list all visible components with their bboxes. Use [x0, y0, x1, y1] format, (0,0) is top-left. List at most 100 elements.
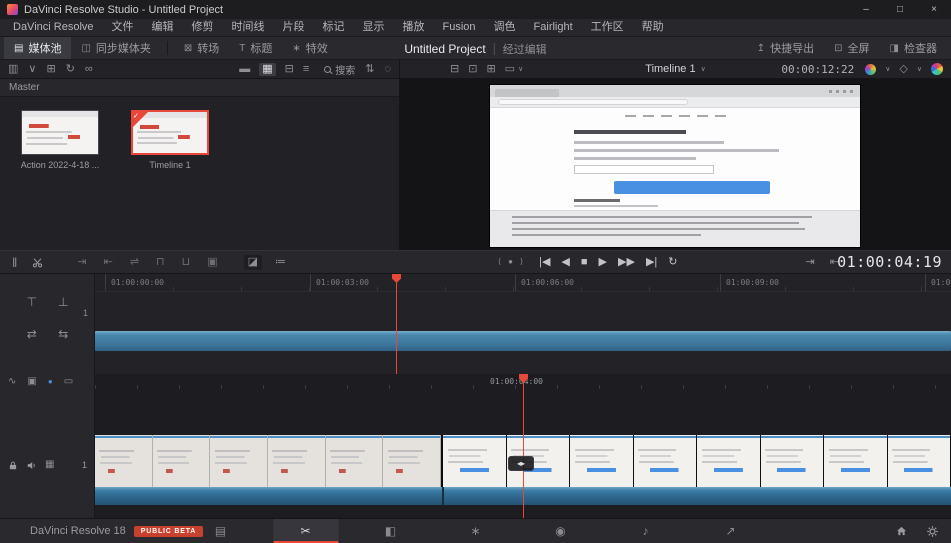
- menu-playback[interactable]: 播放: [394, 19, 434, 36]
- video-clip-1[interactable]: [95, 435, 443, 487]
- track-tool-c-icon[interactable]: ⇄: [27, 328, 37, 340]
- track-tool-d-icon[interactable]: ⇆: [58, 328, 68, 340]
- strip-view-icon[interactable]: ▬: [239, 64, 250, 75]
- overview-track-area[interactable]: [95, 292, 951, 374]
- relink-icon[interactable]: ∞: [85, 64, 93, 75]
- menu-trim[interactable]: 修剪: [183, 19, 223, 36]
- quick-export-button[interactable]: ↥ 快捷导出: [747, 37, 824, 59]
- viewer-tools-icon[interactable]: ◇: [899, 64, 907, 75]
- minimize-button[interactable]: –: [849, 0, 883, 19]
- camera-icon[interactable]: [865, 64, 876, 75]
- clip-timeline-1[interactable]: ✓ Timeline 1: [126, 110, 214, 170]
- fusion-page-button[interactable]: ∗: [443, 519, 508, 543]
- go-to-start-button[interactable]: |◀: [539, 257, 550, 268]
- fairlight-page-button[interactable]: ♪: [613, 519, 678, 543]
- tools-panel-icon[interactable]: ≔: [275, 257, 286, 268]
- place-on-top-icon[interactable]: ⊔: [182, 257, 191, 268]
- resolve-fx-icon[interactable]: [931, 63, 943, 75]
- edit-page-button[interactable]: ◧: [358, 519, 423, 543]
- audio-indicator-icon[interactable]: ●: [48, 378, 53, 386]
- dual-viewer-icon[interactable]: ⊞: [486, 64, 495, 75]
- settings-icon[interactable]: [926, 525, 939, 538]
- display-mode-icon[interactable]: ▭ ∨: [505, 64, 524, 75]
- smart-insert-icon[interactable]: ⇥: [77, 257, 86, 268]
- speaker-icon[interactable]: [26, 460, 37, 471]
- effects-toggle[interactable]: ∗ 特效: [282, 37, 337, 59]
- loop-button[interactable]: ↻: [668, 257, 677, 268]
- list-view-icon[interactable]: ≡: [303, 64, 309, 75]
- video-track-icon[interactable]: ▦: [45, 460, 54, 470]
- menu-color[interactable]: 调色: [485, 19, 525, 36]
- jog-button[interactable]: ●: [508, 258, 513, 266]
- play-reverse-button[interactable]: ◀: [561, 257, 569, 268]
- split-clip-icon[interactable]: [32, 257, 43, 268]
- film-frame: [210, 435, 268, 487]
- lock-icon[interactable]: [8, 460, 18, 471]
- match-frame-icon[interactable]: ⇥: [806, 257, 815, 268]
- menu-clip[interactable]: 片段: [274, 19, 314, 36]
- source-overwrite-icon[interactable]: ▣: [207, 257, 217, 268]
- import-media-icon[interactable]: ▥: [8, 64, 18, 75]
- close-button[interactable]: ×: [917, 0, 951, 19]
- new-bin-icon[interactable]: ⊞: [46, 64, 55, 75]
- project-manager-icon[interactable]: [895, 525, 908, 537]
- single-viewer-icon[interactable]: ⊡: [468, 64, 477, 75]
- close-up-icon[interactable]: ⊓: [156, 257, 165, 268]
- clip-info-icon[interactable]: ▣: [27, 377, 36, 387]
- sync-clips-icon[interactable]: ↻: [66, 64, 75, 75]
- timeline-selector[interactable]: Timeline 1 ∨: [645, 63, 705, 75]
- menu-file[interactable]: 文件: [103, 19, 143, 36]
- append-icon[interactable]: ⇤: [104, 257, 113, 268]
- inspector-toggle[interactable]: ◨ 检查器: [880, 37, 947, 59]
- play-button[interactable]: ▶: [599, 257, 607, 268]
- timeline-clip-overview[interactable]: [95, 331, 951, 351]
- import-dropdown-icon[interactable]: ∨: [28, 64, 36, 75]
- trim-mode-icon[interactable]: ‖: [12, 256, 17, 269]
- media-pool-toggle[interactable]: ▤ 媒体池: [4, 37, 71, 59]
- timeline-ruler[interactable]: 01:00:00:00 01:00:03:00 01:00:06:00 01:0…: [95, 274, 951, 292]
- titles-toggle[interactable]: T 标题: [229, 37, 282, 59]
- monitor-icon[interactable]: ▭: [64, 377, 73, 387]
- maximize-button[interactable]: □: [883, 0, 917, 19]
- stop-button[interactable]: ■: [581, 257, 588, 268]
- video-browser-chrome: [490, 85, 860, 97]
- track-tool-a-icon[interactable]: ⊤: [27, 296, 37, 308]
- menu-davinci-resolve[interactable]: DaVinci Resolve: [4, 19, 103, 36]
- menu-fusion[interactable]: Fusion: [434, 19, 485, 36]
- deliver-page-button[interactable]: ↗: [698, 519, 763, 543]
- filter-icon[interactable]: ◌: [384, 64, 391, 75]
- fast-forward-button[interactable]: ▶▶: [618, 257, 635, 268]
- search-button[interactable]: 搜索: [324, 62, 355, 77]
- ripple-overwrite-icon[interactable]: ⇌: [130, 257, 139, 268]
- cut-page-button[interactable]: ✂: [273, 519, 338, 543]
- sync-bin-toggle[interactable]: ◫ 同步媒体夹: [71, 37, 160, 59]
- source-tape-view-icon[interactable]: ⊟: [450, 64, 459, 75]
- track-tool-b-icon[interactable]: ⊥: [58, 296, 68, 308]
- playhead-upper[interactable]: [396, 274, 397, 374]
- menu-timeline[interactable]: 时间线: [223, 19, 274, 36]
- filmstrip-view-icon[interactable]: ⊟: [285, 64, 294, 75]
- bin-breadcrumb[interactable]: Master: [0, 79, 399, 97]
- next-frame-button[interactable]: ⟩: [520, 258, 523, 266]
- project-title: Untitled Project: [404, 42, 485, 56]
- clip-action-2022-4-18[interactable]: ✓ Action 2022-4-18 ...: [16, 110, 104, 170]
- transitions-toggle[interactable]: ⊠ 转场: [174, 37, 229, 59]
- sort-icon[interactable]: ⇅: [365, 64, 374, 75]
- menu-edit[interactable]: 编辑: [143, 19, 183, 36]
- thumbnail-view-icon[interactable]: ▦: [259, 63, 275, 76]
- media-pool-panel: Master ✓ Action 2022-4-18 ... ✓ Timeline…: [0, 79, 400, 250]
- fullscreen-button[interactable]: ⊡ 全屏: [824, 37, 879, 59]
- go-to-end-button[interactable]: ▶|: [646, 257, 657, 268]
- retime-curve-icon[interactable]: ∿: [8, 377, 16, 387]
- menu-fairlight[interactable]: Fairlight: [525, 19, 582, 36]
- color-page-button[interactable]: ◉: [528, 519, 593, 543]
- menu-view[interactable]: 显示: [354, 19, 394, 36]
- timeline-toolbar: ‖ ⇥ ⇤ ⇌ ⊓ ⊔ ▣ ◪ ≔ ⟨: [0, 250, 951, 274]
- menu-mark[interactable]: 标记: [314, 19, 354, 36]
- transition-tool-icon[interactable]: ◪: [244, 255, 262, 270]
- prev-frame-button[interactable]: ⟨: [498, 258, 501, 266]
- playhead-lower[interactable]: [523, 374, 524, 518]
- menu-help[interactable]: 帮助: [633, 19, 673, 36]
- menu-workspace[interactable]: 工作区: [582, 19, 633, 36]
- media-page-button[interactable]: ▤: [188, 519, 253, 543]
